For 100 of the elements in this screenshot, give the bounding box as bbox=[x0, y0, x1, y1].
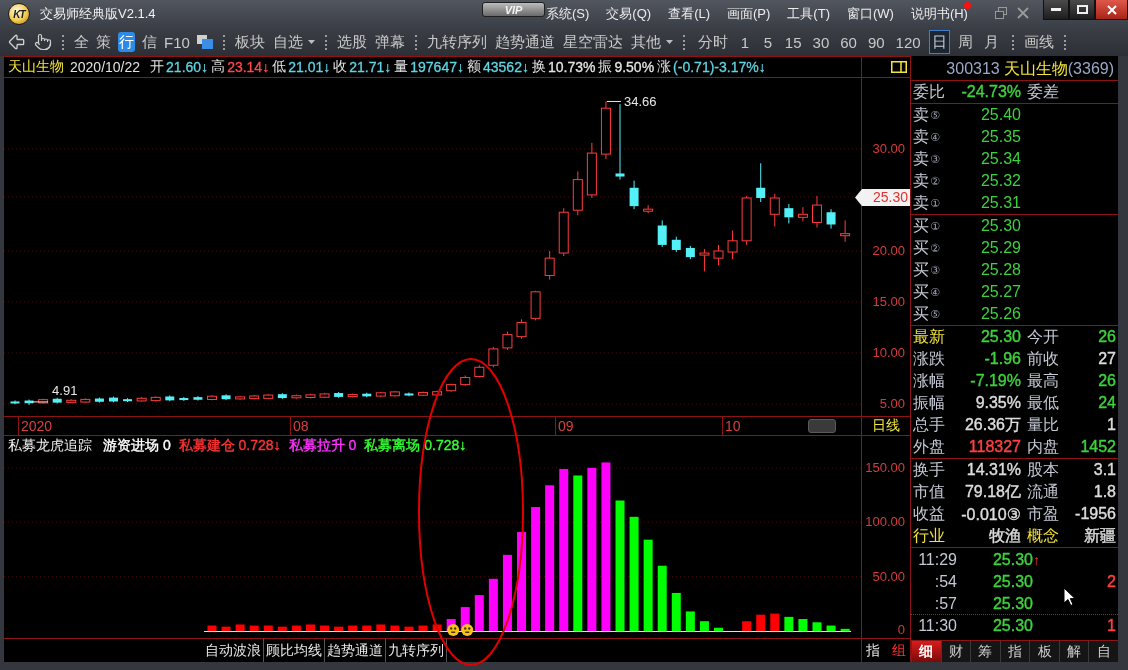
stat-value: 1 bbox=[1107, 416, 1116, 434]
panel-tab[interactable]: 自 bbox=[1088, 641, 1118, 662]
leader-line bbox=[31, 401, 49, 403]
period-tab[interactable]: 30 bbox=[809, 30, 833, 54]
period-tab[interactable]: 60 bbox=[837, 30, 860, 54]
panel-tab[interactable]: 指 bbox=[999, 641, 1030, 662]
order-level-label: ① bbox=[930, 196, 940, 210]
rising-candle bbox=[249, 394, 260, 400]
menu-item[interactable]: 系统(S) bbox=[546, 5, 590, 23]
minimize-button[interactable] bbox=[1043, 0, 1069, 20]
order-side-label: 卖 bbox=[913, 170, 929, 191]
falling-candle bbox=[52, 397, 62, 404]
stat-label: 振幅 bbox=[913, 392, 945, 413]
rising-candle bbox=[136, 396, 147, 403]
toolbar-button[interactable]: 弹幕 bbox=[374, 32, 405, 52]
axis-tab[interactable]: 指 bbox=[866, 641, 880, 660]
toolbar-button[interactable]: 板块 bbox=[234, 32, 265, 52]
restore-button[interactable] bbox=[995, 7, 1009, 21]
period-tab[interactable]: 15 bbox=[781, 30, 805, 54]
period-tab[interactable]: 日 bbox=[928, 30, 950, 54]
toolbar-button[interactable]: 选股 bbox=[336, 32, 367, 52]
rising-candle bbox=[150, 395, 161, 402]
scroll-thumb[interactable] bbox=[808, 419, 836, 433]
back-arrow-icon bbox=[7, 32, 27, 52]
toolbar-button[interactable]: 画线 bbox=[1023, 32, 1054, 52]
layout-toggle-icon[interactable] bbox=[891, 61, 907, 73]
toolbar-button[interactable]: 其他 bbox=[630, 32, 673, 52]
rising-candle bbox=[80, 397, 91, 404]
toolbar-button[interactable]: 自选 bbox=[272, 32, 315, 52]
indicator-axis-label: 0 bbox=[897, 622, 905, 638]
menu-item[interactable]: 交易(Q) bbox=[606, 5, 652, 23]
quote-label: 量 bbox=[394, 58, 409, 76]
rising-candle bbox=[347, 393, 358, 398]
falling-candle bbox=[10, 399, 20, 405]
maximize-button[interactable] bbox=[1069, 0, 1095, 20]
period-tab[interactable]: 分时 bbox=[694, 30, 731, 54]
rising-candle bbox=[66, 398, 77, 404]
indicator-tab[interactable]: 顾比均线 bbox=[264, 639, 325, 662]
order-price: 25.35 bbox=[980, 128, 1021, 146]
falling-candle bbox=[784, 203, 794, 224]
order-level-label: ② bbox=[930, 174, 940, 188]
view-button[interactable]: 行 bbox=[118, 32, 135, 52]
indicator-tab[interactable]: 趋势通道 bbox=[325, 639, 386, 662]
indicator-axis-label: 150.00 bbox=[865, 459, 905, 476]
window-layout-button[interactable] bbox=[196, 35, 213, 49]
toolbar-button[interactable]: 星空雷达 bbox=[562, 32, 623, 52]
panel-tab[interactable]: 细 bbox=[911, 641, 941, 662]
period-tab[interactable]: 1 bbox=[735, 30, 754, 54]
stat-label: 前收 bbox=[1027, 348, 1059, 369]
stat-value: 3.1 bbox=[1093, 461, 1116, 479]
menu-item[interactable]: 画面(P) bbox=[727, 5, 771, 23]
period-tab[interactable]: 90 bbox=[864, 30, 888, 54]
stat-value: -24.73% bbox=[961, 83, 1021, 101]
order-level-label: ⑤ bbox=[930, 108, 940, 122]
indicator-bar bbox=[671, 592, 681, 631]
indicator-bar bbox=[699, 621, 709, 631]
close-button[interactable] bbox=[1095, 0, 1128, 20]
period-tab[interactable]: 月 bbox=[980, 30, 1002, 54]
period-tab[interactable]: 120 bbox=[892, 30, 924, 54]
period-tab[interactable]: 周 bbox=[954, 30, 976, 54]
indicator-name: 私募龙虎追踪 bbox=[8, 437, 92, 455]
minimize-icon bbox=[1051, 8, 1061, 11]
view-button[interactable]: 策 bbox=[96, 32, 111, 52]
panel-tab[interactable]: 解 bbox=[1058, 641, 1089, 662]
indicator-tab[interactable]: 九转序列 bbox=[386, 639, 447, 662]
view-button[interactable]: 全 bbox=[74, 32, 89, 52]
menu-item[interactable]: 说明书(H) bbox=[910, 5, 968, 23]
falling-candle bbox=[165, 394, 175, 402]
menu-item[interactable]: 查看(L) bbox=[668, 5, 710, 23]
toolbar-button[interactable]: 九转序列 bbox=[426, 32, 487, 52]
close-icon bbox=[1106, 4, 1117, 15]
period-tab[interactable]: 5 bbox=[758, 30, 777, 54]
rising-candle bbox=[375, 391, 386, 398]
panel-tab[interactable]: 财 bbox=[940, 641, 971, 662]
view-button[interactable]: F10 bbox=[164, 32, 190, 52]
rising-candle bbox=[643, 204, 654, 214]
panel-tab[interactable]: 筹 bbox=[970, 641, 1000, 662]
stat-value: 1452 bbox=[1080, 438, 1116, 456]
quote-value: 43562↓ bbox=[483, 59, 529, 75]
toolbar-button[interactable]: 趋势通道 bbox=[494, 32, 555, 52]
menu-item[interactable]: 工具(T) bbox=[787, 5, 830, 23]
order-price: 25.27 bbox=[980, 283, 1021, 301]
stat-label: 今开 bbox=[1027, 326, 1059, 347]
menu-item[interactable]: 窗口(W) bbox=[846, 5, 894, 23]
rising-candle bbox=[530, 290, 541, 321]
price-axis-label: 30.00 bbox=[872, 141, 905, 157]
pointer-tool-button[interactable] bbox=[34, 33, 52, 51]
quote-date: 2020/10/22 bbox=[70, 59, 141, 75]
panel-tab[interactable]: 板 bbox=[1029, 641, 1059, 662]
back-button[interactable] bbox=[7, 32, 27, 52]
stat-label: 总手 bbox=[913, 414, 945, 435]
hand-pointer-icon bbox=[34, 33, 52, 51]
indicator-tab[interactable]: 自动波浪 bbox=[203, 639, 264, 662]
price-axis-label: 5.00 bbox=[879, 396, 905, 412]
stat-label: 委差 bbox=[1027, 81, 1059, 102]
window-title: 交易师经典版V2.1.4 bbox=[39, 5, 157, 23]
quote-label: 开 bbox=[150, 58, 165, 76]
axis-tab[interactable]: 组 bbox=[892, 641, 906, 660]
view-button[interactable]: 信 bbox=[142, 32, 157, 52]
order-price: 25.32 bbox=[980, 172, 1021, 190]
